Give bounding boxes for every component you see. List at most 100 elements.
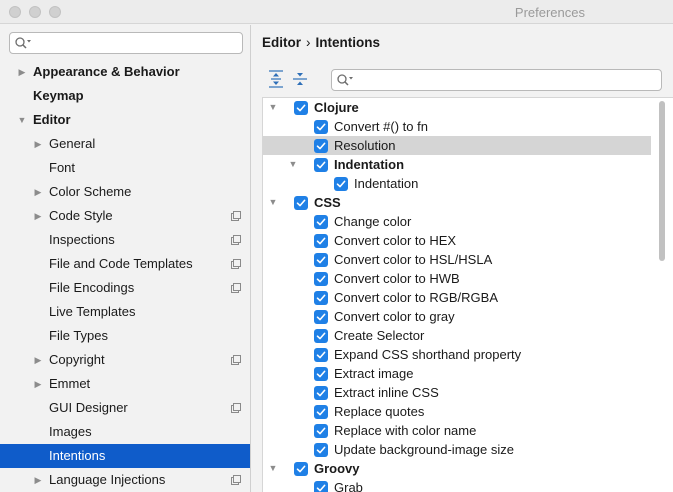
intentions-search-input[interactable] bbox=[356, 71, 656, 89]
intention-group-row[interactable]: ▼ Groovy bbox=[263, 459, 673, 478]
sidebar-item-file-and-code-templates[interactable]: File and Code Templates bbox=[0, 252, 250, 276]
intention-row[interactable]: Convert #() to fn bbox=[263, 117, 673, 136]
expanded-arrow-icon[interactable]: ▼ bbox=[267, 459, 279, 478]
intention-checkbox[interactable] bbox=[314, 234, 328, 248]
collapsed-arrow-icon[interactable]: ▶ bbox=[32, 132, 44, 156]
checkmark-icon bbox=[316, 256, 326, 264]
checkmark-icon bbox=[316, 446, 326, 454]
intention-label: Convert color to HEX bbox=[334, 233, 457, 248]
intention-group-row[interactable]: ▼ Clojure bbox=[263, 98, 673, 117]
sidebar-item-gui-designer[interactable]: GUI Designer bbox=[0, 396, 250, 420]
sidebar-item-live-templates[interactable]: Live Templates bbox=[0, 300, 250, 324]
intention-row[interactable]: Convert color to HWB bbox=[263, 269, 673, 288]
checkmark-icon bbox=[316, 313, 326, 321]
intention-checkbox[interactable] bbox=[314, 215, 328, 229]
breadcrumb-separator: › bbox=[306, 35, 311, 50]
intention-group-row[interactable]: ▼ CSS bbox=[263, 193, 673, 212]
intention-row[interactable]: Expand CSS shorthand property bbox=[263, 345, 673, 364]
sidebar-item-color-scheme[interactable]: ▶ Color Scheme bbox=[0, 180, 250, 204]
intention-checkbox[interactable] bbox=[314, 272, 328, 286]
intention-checkbox[interactable] bbox=[314, 424, 328, 438]
close-window-button[interactable] bbox=[9, 6, 21, 18]
sidebar-search-box[interactable] bbox=[9, 32, 243, 54]
sidebar-item-language-injections[interactable]: ▶ Language Injections bbox=[0, 468, 250, 492]
project-settings-icon bbox=[231, 211, 241, 221]
sidebar-search-input[interactable] bbox=[34, 34, 234, 52]
intention-row[interactable]: Replace with color name bbox=[263, 421, 673, 440]
project-settings-icon bbox=[231, 355, 241, 365]
intention-checkbox[interactable] bbox=[314, 386, 328, 400]
expanded-arrow-icon[interactable]: ▼ bbox=[287, 155, 299, 174]
intention-row[interactable]: Convert color to gray bbox=[263, 307, 673, 326]
collapsed-arrow-icon[interactable]: ▶ bbox=[32, 180, 44, 204]
search-icon[interactable] bbox=[336, 73, 354, 87]
intention-row[interactable]: Extract image bbox=[263, 364, 673, 383]
sidebar-item-intentions[interactable]: Intentions bbox=[0, 444, 250, 468]
sidebar-item-label: Live Templates bbox=[49, 304, 136, 319]
intention-row[interactable]: Update background-image size bbox=[263, 440, 673, 459]
checkmark-icon bbox=[316, 294, 326, 302]
intention-checkbox[interactable] bbox=[314, 310, 328, 324]
sidebar-item-label: Appearance & Behavior bbox=[33, 64, 180, 79]
expanded-arrow-icon[interactable]: ▼ bbox=[16, 108, 28, 132]
intention-row[interactable]: Replace quotes bbox=[263, 402, 673, 421]
sidebar-item-file-types[interactable]: File Types bbox=[0, 324, 250, 348]
sidebar-item-file-encodings[interactable]: File Encodings bbox=[0, 276, 250, 300]
intention-checkbox[interactable] bbox=[314, 120, 328, 134]
intention-row[interactable]: Convert color to HSL/HSLA bbox=[263, 250, 673, 269]
intention-checkbox[interactable] bbox=[294, 462, 308, 476]
sidebar-item-inspections[interactable]: Inspections bbox=[0, 228, 250, 252]
intention-checkbox[interactable] bbox=[314, 367, 328, 381]
intention-checkbox[interactable] bbox=[314, 139, 328, 153]
intention-row[interactable]: Resolution bbox=[263, 136, 651, 155]
intention-row[interactable]: Create Selector bbox=[263, 326, 673, 345]
sidebar-item-images[interactable]: Images bbox=[0, 420, 250, 444]
breadcrumb-parent[interactable]: Editor bbox=[262, 35, 301, 50]
intention-checkbox[interactable] bbox=[314, 348, 328, 362]
collapsed-arrow-icon[interactable]: ▶ bbox=[32, 348, 44, 372]
expanded-arrow-icon[interactable]: ▼ bbox=[267, 98, 279, 117]
intention-checkbox[interactable] bbox=[294, 101, 308, 115]
collapse-all-icon[interactable] bbox=[292, 70, 308, 88]
collapsed-arrow-icon[interactable]: ▶ bbox=[32, 204, 44, 228]
intention-row[interactable]: Convert color to HEX bbox=[263, 231, 673, 250]
sidebar-item-font[interactable]: Font bbox=[0, 156, 250, 180]
intention-group-row[interactable]: ▼ Indentation bbox=[263, 155, 673, 174]
intention-checkbox[interactable] bbox=[314, 443, 328, 457]
sidebar-item-appearance-behavior[interactable]: ▶ Appearance & Behavior bbox=[0, 60, 250, 84]
search-icon[interactable] bbox=[14, 36, 32, 50]
checkmark-icon bbox=[316, 218, 326, 226]
intention-row[interactable]: Change color bbox=[263, 212, 673, 231]
intention-row[interactable]: Grab bbox=[263, 478, 673, 492]
intention-checkbox[interactable] bbox=[314, 405, 328, 419]
checkmark-icon bbox=[316, 275, 326, 283]
sidebar-item-label: Code Style bbox=[49, 208, 113, 223]
collapsed-arrow-icon[interactable]: ▶ bbox=[32, 468, 44, 492]
sidebar-item-copyright[interactable]: ▶ Copyright bbox=[0, 348, 250, 372]
sidebar-item-keymap[interactable]: Keymap bbox=[0, 84, 250, 108]
intention-row[interactable]: Convert color to RGB/RGBA bbox=[263, 288, 673, 307]
expanded-arrow-icon[interactable]: ▼ bbox=[267, 193, 279, 212]
intention-checkbox[interactable] bbox=[314, 158, 328, 172]
intention-checkbox[interactable] bbox=[314, 329, 328, 343]
expand-all-icon[interactable] bbox=[268, 70, 284, 88]
project-settings-icon bbox=[231, 283, 241, 293]
sidebar-item-emmet[interactable]: ▶ Emmet bbox=[0, 372, 250, 396]
zoom-window-button[interactable] bbox=[49, 6, 61, 18]
intention-checkbox[interactable] bbox=[334, 177, 348, 191]
sidebar-item-editor[interactable]: ▼ Editor bbox=[0, 108, 250, 132]
intention-label: Replace with color name bbox=[334, 423, 477, 438]
collapsed-arrow-icon[interactable]: ▶ bbox=[32, 372, 44, 396]
tree-scrollbar[interactable] bbox=[659, 101, 665, 261]
intention-row[interactable]: Extract inline CSS bbox=[263, 383, 673, 402]
intention-checkbox[interactable] bbox=[314, 291, 328, 305]
intention-checkbox[interactable] bbox=[314, 481, 328, 492]
intention-checkbox[interactable] bbox=[314, 253, 328, 267]
intention-row[interactable]: Indentation bbox=[263, 174, 673, 193]
collapsed-arrow-icon[interactable]: ▶ bbox=[16, 60, 28, 84]
intentions-search-box[interactable] bbox=[331, 69, 662, 91]
intention-checkbox[interactable] bbox=[294, 196, 308, 210]
sidebar-item-general[interactable]: ▶ General bbox=[0, 132, 250, 156]
sidebar-item-code-style[interactable]: ▶ Code Style bbox=[0, 204, 250, 228]
minimize-window-button[interactable] bbox=[29, 6, 41, 18]
